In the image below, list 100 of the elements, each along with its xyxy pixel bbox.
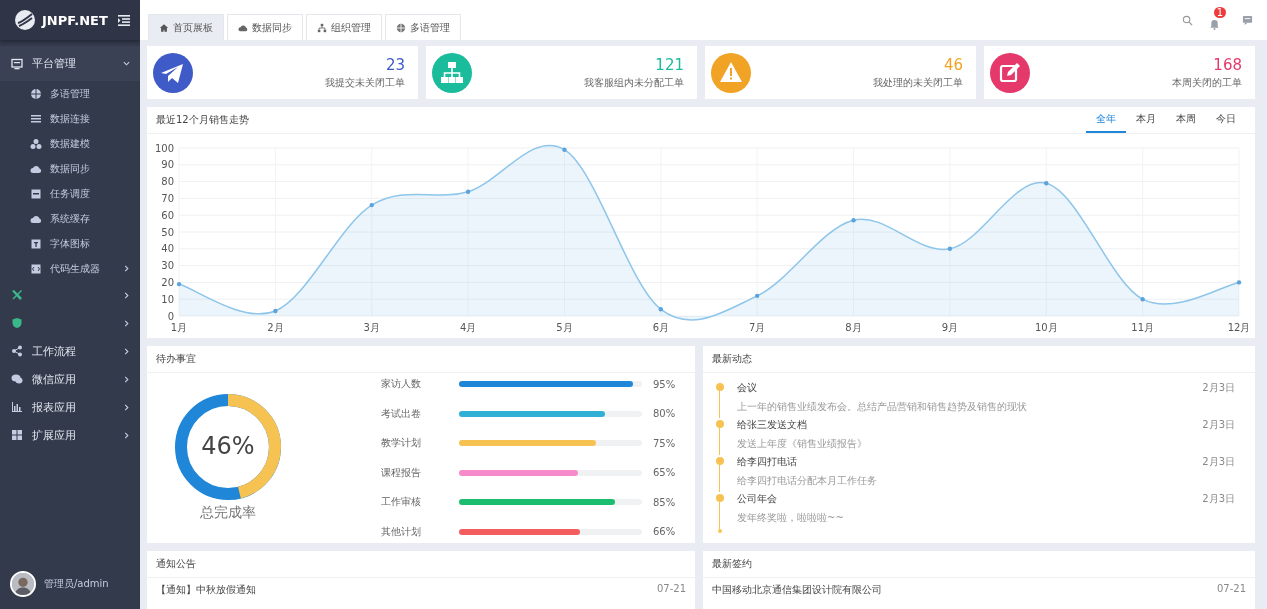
font-icon (30, 237, 42, 250)
search-icon (1182, 14, 1193, 26)
event-title: 公司年会 (737, 492, 778, 506)
axis-label: 7月 (749, 322, 766, 333)
calendar-icon (30, 187, 42, 200)
tab[interactable]: 多语管理 (385, 14, 461, 40)
data-point (851, 218, 856, 223)
panel-title: 最新签约 (712, 557, 752, 571)
org-chart-icon (317, 22, 327, 33)
chevron-right-icon (123, 347, 130, 355)
menu-item[interactable]: 数据连接 (0, 106, 140, 131)
axis-label: 20 (161, 276, 174, 288)
tab[interactable]: 首页展板 (148, 14, 224, 40)
chevron-right-icon (123, 265, 130, 272)
menu-item[interactable]: 多语管理 (0, 81, 140, 106)
event-description: 发年终奖啦，啦啦啦~~ (737, 511, 845, 525)
axis-label: 70 (161, 192, 174, 204)
axis-label: 50 (161, 226, 174, 238)
task-name: 教学计划 (381, 436, 422, 451)
menu-item[interactable]: 任务调度 (0, 181, 140, 206)
code-icon (30, 262, 42, 275)
data-point (1044, 181, 1049, 186)
list-date: 07-21 (656, 583, 686, 596)
stat-value: 121 (655, 55, 684, 74)
axis-label: 2月 (267, 322, 284, 333)
stat-label: 本周关闭的工单 (1172, 75, 1242, 90)
axis-label: 100 (154, 142, 174, 154)
data-point (1236, 280, 1242, 285)
task-percent: 66% (653, 526, 676, 538)
range-tab[interactable]: 今日 (1206, 107, 1246, 133)
axis-label: 5月 (556, 322, 573, 333)
message-icon (1242, 14, 1253, 26)
logo-icon (14, 9, 36, 31)
panel-title: 最近12个月销售走势 (156, 113, 249, 127)
menu-item[interactable]: 微信应用 (0, 365, 140, 393)
ring-value: 46% (200, 432, 256, 460)
chevron-right-icon (123, 375, 130, 383)
brand-name: JNPF.NET (42, 12, 109, 28)
event-date: 2月3日 (1202, 492, 1235, 506)
list-date: 07-21 (1216, 583, 1246, 596)
menu-item[interactable]: 报表应用 (0, 393, 140, 421)
event-date: 2月3日 (1202, 381, 1235, 395)
menu-group[interactable]: 平台管理 (0, 46, 140, 81)
task-name: 考试出卷 (381, 406, 422, 421)
menu-item[interactable]: 工作流程 (0, 337, 140, 365)
range-tab[interactable]: 全年 (1086, 107, 1126, 133)
cubes-icon (30, 137, 42, 150)
data-point (1140, 297, 1145, 302)
axis-label: 0 (167, 310, 174, 322)
share-icon (11, 345, 23, 357)
menu-item[interactable]: 代码生成器 (0, 256, 140, 281)
axis-label: 4月 (459, 322, 477, 333)
list-icon (30, 112, 42, 125)
panel-title: 最新动态 (712, 352, 752, 366)
event-date: 2月3日 (1202, 418, 1235, 432)
axis-label: 9月 (941, 322, 959, 333)
bell-icon (1209, 18, 1220, 30)
avatar[interactable] (10, 571, 36, 597)
data-point (658, 307, 663, 312)
list-item[interactable]: 中国移动北京通信集团设计院有限公司 (712, 583, 882, 597)
bell-button[interactable]: 1 (1209, 6, 1226, 34)
range-tab[interactable]: 本月 (1126, 107, 1166, 133)
task-percent: 95% (653, 378, 676, 390)
task-name: 课程报告 (381, 465, 422, 480)
chevron-down-icon (123, 60, 130, 67)
data-point (465, 189, 471, 194)
axis-label: 80 (161, 176, 174, 188)
axis-label: 10月 (1034, 322, 1058, 333)
menu-item[interactable]: 系统缓存 (0, 206, 140, 231)
axis-label: 11月 (1131, 322, 1154, 333)
menu-item[interactable]: 扩展应用 (0, 421, 140, 449)
axis-label: 30 (161, 260, 174, 272)
menu-item[interactable]: 字体图标 (0, 231, 140, 256)
tab[interactable]: 组织管理 (306, 14, 382, 40)
chevron-right-icon (123, 319, 130, 327)
menu-item[interactable]: 数据同步 (0, 156, 140, 181)
menu-item[interactable]: 数据建模 (0, 131, 140, 156)
chevron-right-icon (123, 291, 130, 299)
globe-icon (30, 87, 42, 100)
tab[interactable]: 数据同步 (227, 14, 303, 40)
list-item[interactable]: 【通知】中秋放假通知 (156, 583, 256, 597)
panel-title: 通知公告 (156, 557, 196, 571)
stat-label: 我客服组内未分配工单 (584, 75, 684, 90)
stat-label: 我提交未关闭工单 (325, 75, 405, 90)
event-title: 给李四打电话 (737, 455, 798, 469)
grid-icon (11, 429, 23, 441)
home-icon (159, 22, 169, 33)
shield-icon (11, 317, 23, 329)
menu-icon[interactable] (118, 14, 130, 26)
axis-label: 1月 (170, 322, 188, 333)
task-name: 工作审核 (381, 495, 422, 510)
tools-icon (11, 289, 23, 301)
event-description: 发送上年度《销售业绩报告》 (737, 437, 868, 451)
range-tab[interactable]: 本周 (1166, 107, 1206, 133)
event-description: 给李四打电话分配本月工作任务 (737, 474, 878, 488)
task-percent: 65% (653, 467, 676, 479)
chat-icon (11, 373, 23, 385)
axis-label: 3月 (363, 322, 380, 333)
globe-icon (396, 22, 406, 33)
bar-chart-icon (11, 401, 23, 413)
